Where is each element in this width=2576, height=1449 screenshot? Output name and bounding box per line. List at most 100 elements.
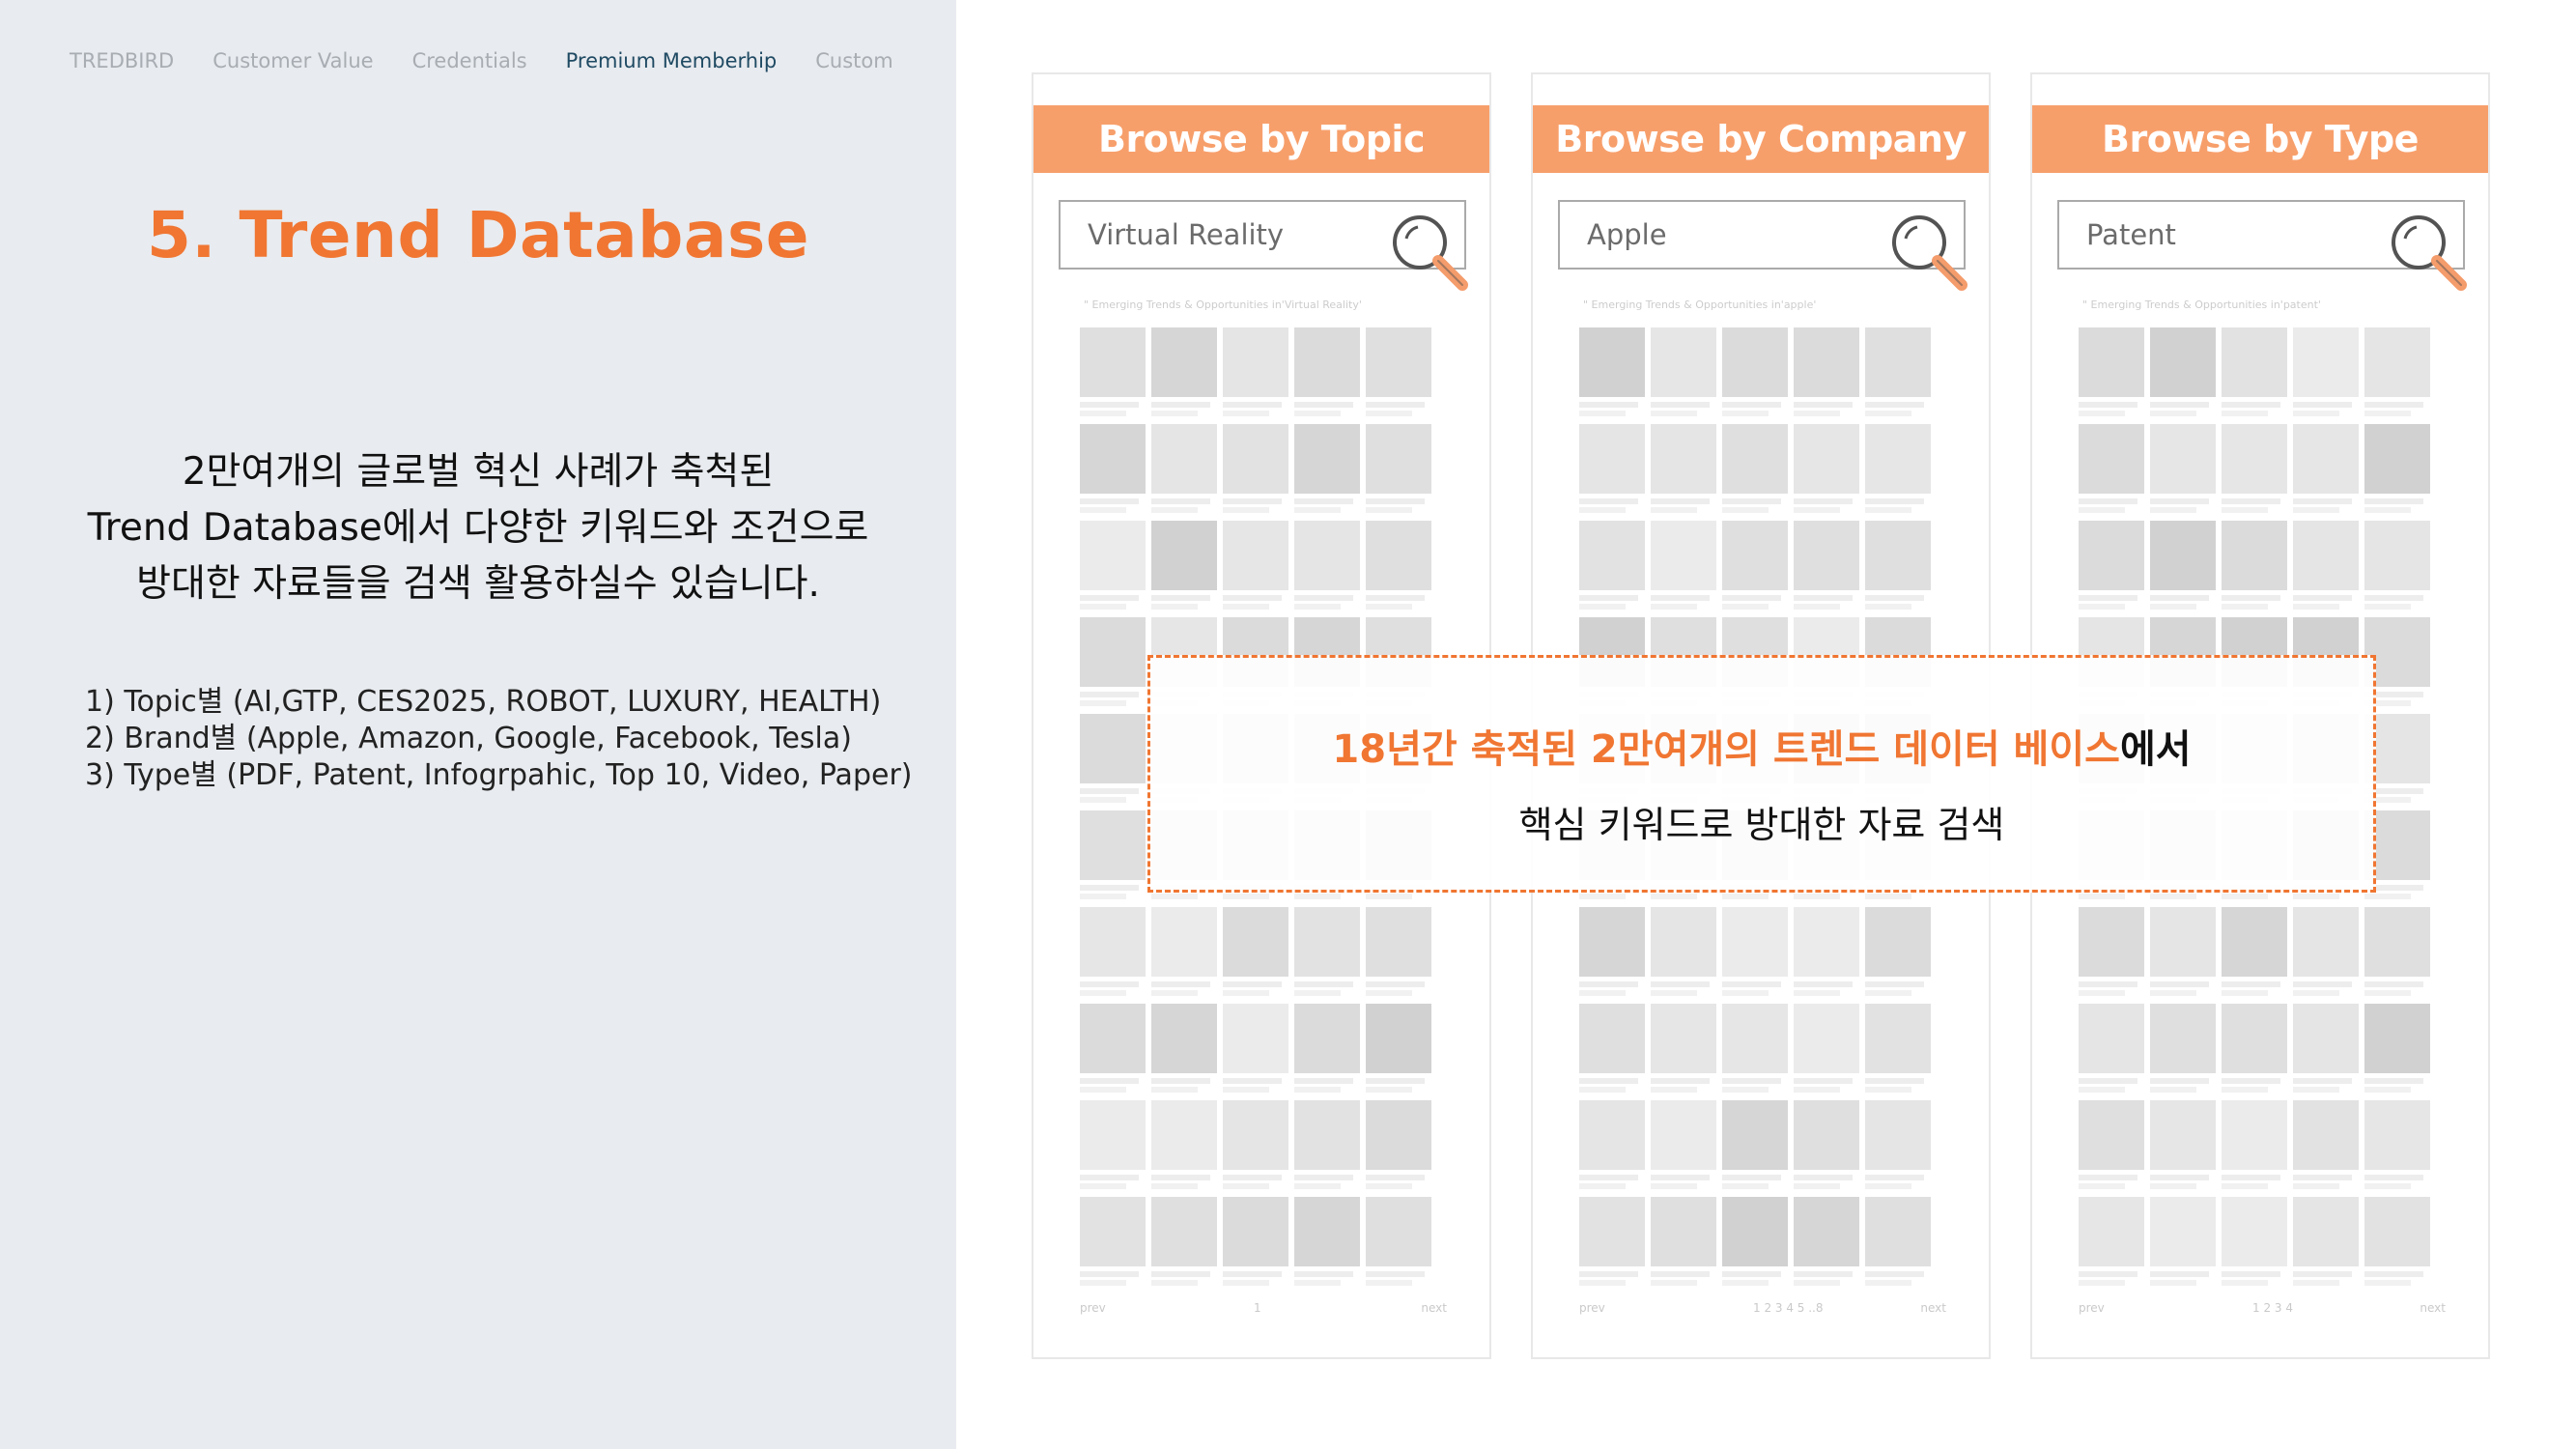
result-thumbnail[interactable] <box>2293 327 2359 424</box>
result-thumbnail[interactable] <box>1366 1004 1431 1100</box>
result-thumbnail[interactable] <box>1651 327 1716 424</box>
result-thumbnail[interactable] <box>2150 521 2216 617</box>
result-thumbnail[interactable] <box>2150 1100 2216 1197</box>
result-thumbnail[interactable] <box>1294 521 1360 617</box>
result-thumbnail[interactable] <box>2293 1004 2359 1100</box>
result-thumbnail[interactable] <box>1080 714 1146 810</box>
result-thumbnail[interactable] <box>1366 1197 1431 1293</box>
result-thumbnail[interactable] <box>2150 907 2216 1004</box>
result-thumbnail[interactable] <box>1651 907 1716 1004</box>
prev-link[interactable]: prev <box>2079 1301 2105 1315</box>
result-thumbnail[interactable] <box>1151 907 1217 1004</box>
result-thumbnail[interactable] <box>1794 1100 1859 1197</box>
result-thumbnail[interactable] <box>1651 1100 1716 1197</box>
result-thumbnail[interactable] <box>1651 1197 1716 1293</box>
result-thumbnail[interactable] <box>2150 424 2216 521</box>
result-thumbnail[interactable] <box>1579 1100 1645 1197</box>
nav-item-tredbird[interactable]: TREDBIRD <box>70 46 174 75</box>
result-thumbnail[interactable] <box>1865 521 1931 617</box>
result-thumbnail[interactable] <box>1366 907 1431 1004</box>
result-thumbnail[interactable] <box>1080 810 1146 907</box>
result-thumbnail[interactable] <box>2222 1100 2287 1197</box>
result-thumbnail[interactable] <box>1080 521 1146 617</box>
result-thumbnail[interactable] <box>1223 327 1288 424</box>
result-thumbnail[interactable] <box>1722 327 1788 424</box>
next-link[interactable]: next <box>2420 1301 2446 1315</box>
result-thumbnail[interactable] <box>1151 1004 1217 1100</box>
result-thumbnail[interactable] <box>2293 1100 2359 1197</box>
result-thumbnail[interactable] <box>2364 1100 2430 1197</box>
result-thumbnail[interactable] <box>1651 1004 1716 1100</box>
result-thumbnail[interactable] <box>1223 1004 1288 1100</box>
result-thumbnail[interactable] <box>2293 907 2359 1004</box>
result-thumbnail[interactable] <box>1080 907 1146 1004</box>
result-thumbnail[interactable] <box>1865 1004 1931 1100</box>
result-thumbnail[interactable] <box>1366 424 1431 521</box>
result-thumbnail[interactable] <box>1294 1100 1360 1197</box>
result-thumbnail[interactable] <box>1579 424 1645 521</box>
result-thumbnail[interactable] <box>1294 1004 1360 1100</box>
result-thumbnail[interactable] <box>1865 327 1931 424</box>
result-thumbnail[interactable] <box>1223 424 1288 521</box>
result-thumbnail[interactable] <box>1294 907 1360 1004</box>
result-thumbnail[interactable] <box>1794 907 1859 1004</box>
result-thumbnail[interactable] <box>1865 1197 1931 1293</box>
result-thumbnail[interactable] <box>1223 907 1288 1004</box>
result-thumbnail[interactable] <box>1722 907 1788 1004</box>
result-thumbnail[interactable] <box>1579 521 1645 617</box>
result-thumbnail[interactable] <box>1294 1197 1360 1293</box>
page-numbers[interactable]: 1 <box>1254 1301 1261 1315</box>
result-thumbnail[interactable] <box>1794 1197 1859 1293</box>
result-thumbnail[interactable] <box>1579 1004 1645 1100</box>
result-thumbnail[interactable] <box>1294 424 1360 521</box>
result-thumbnail[interactable] <box>2079 907 2144 1004</box>
result-thumbnail[interactable] <box>2150 1197 2216 1293</box>
result-thumbnail[interactable] <box>1080 1100 1146 1197</box>
result-thumbnail[interactable] <box>1794 424 1859 521</box>
result-thumbnail[interactable] <box>1151 1100 1217 1197</box>
nav-item-premium-membership[interactable]: Premium Memberhip <box>566 46 778 75</box>
result-thumbnail[interactable] <box>2222 424 2287 521</box>
result-thumbnail[interactable] <box>2364 521 2430 617</box>
result-thumbnail[interactable] <box>2364 424 2430 521</box>
result-thumbnail[interactable] <box>1080 1197 1146 1293</box>
result-thumbnail[interactable] <box>1080 327 1146 424</box>
result-thumbnail[interactable] <box>1366 521 1431 617</box>
result-thumbnail[interactable] <box>1366 1100 1431 1197</box>
next-link[interactable]: next <box>1421 1301 1447 1315</box>
result-thumbnail[interactable] <box>1722 424 1788 521</box>
result-thumbnail[interactable] <box>1294 327 1360 424</box>
nav-item-custom[interactable]: Custom <box>815 46 892 75</box>
result-thumbnail[interactable] <box>2293 424 2359 521</box>
result-thumbnail[interactable] <box>2079 1100 2144 1197</box>
nav-item-customer-value[interactable]: Customer Value <box>212 46 373 75</box>
page-numbers[interactable]: 1 2 3 4 5 ..8 <box>1753 1301 1824 1315</box>
result-thumbnail[interactable] <box>1651 424 1716 521</box>
page-numbers[interactable]: 1 2 3 4 <box>2252 1301 2293 1315</box>
result-thumbnail[interactable] <box>1794 1004 1859 1100</box>
result-thumbnail[interactable] <box>2293 521 2359 617</box>
result-thumbnail[interactable] <box>2079 1004 2144 1100</box>
result-thumbnail[interactable] <box>1223 1100 1288 1197</box>
result-thumbnail[interactable] <box>1651 521 1716 617</box>
result-thumbnail[interactable] <box>1366 327 1431 424</box>
result-thumbnail[interactable] <box>1865 1100 1931 1197</box>
result-thumbnail[interactable] <box>1151 327 1217 424</box>
result-thumbnail[interactable] <box>1080 1004 1146 1100</box>
result-thumbnail[interactable] <box>2079 327 2144 424</box>
result-thumbnail[interactable] <box>1223 1197 1288 1293</box>
result-thumbnail[interactable] <box>2222 907 2287 1004</box>
result-thumbnail[interactable] <box>1223 521 1288 617</box>
result-thumbnail[interactable] <box>1722 1197 1788 1293</box>
result-thumbnail[interactable] <box>2364 1004 2430 1100</box>
result-thumbnail[interactable] <box>2364 1197 2430 1293</box>
result-thumbnail[interactable] <box>1722 1100 1788 1197</box>
prev-link[interactable]: prev <box>1080 1301 1106 1315</box>
result-thumbnail[interactable] <box>2150 327 2216 424</box>
result-thumbnail[interactable] <box>1865 424 1931 521</box>
next-link[interactable]: next <box>1920 1301 1946 1315</box>
result-thumbnail[interactable] <box>2222 1004 2287 1100</box>
result-thumbnail[interactable] <box>2079 521 2144 617</box>
result-thumbnail[interactable] <box>1794 327 1859 424</box>
result-thumbnail[interactable] <box>2222 1197 2287 1293</box>
